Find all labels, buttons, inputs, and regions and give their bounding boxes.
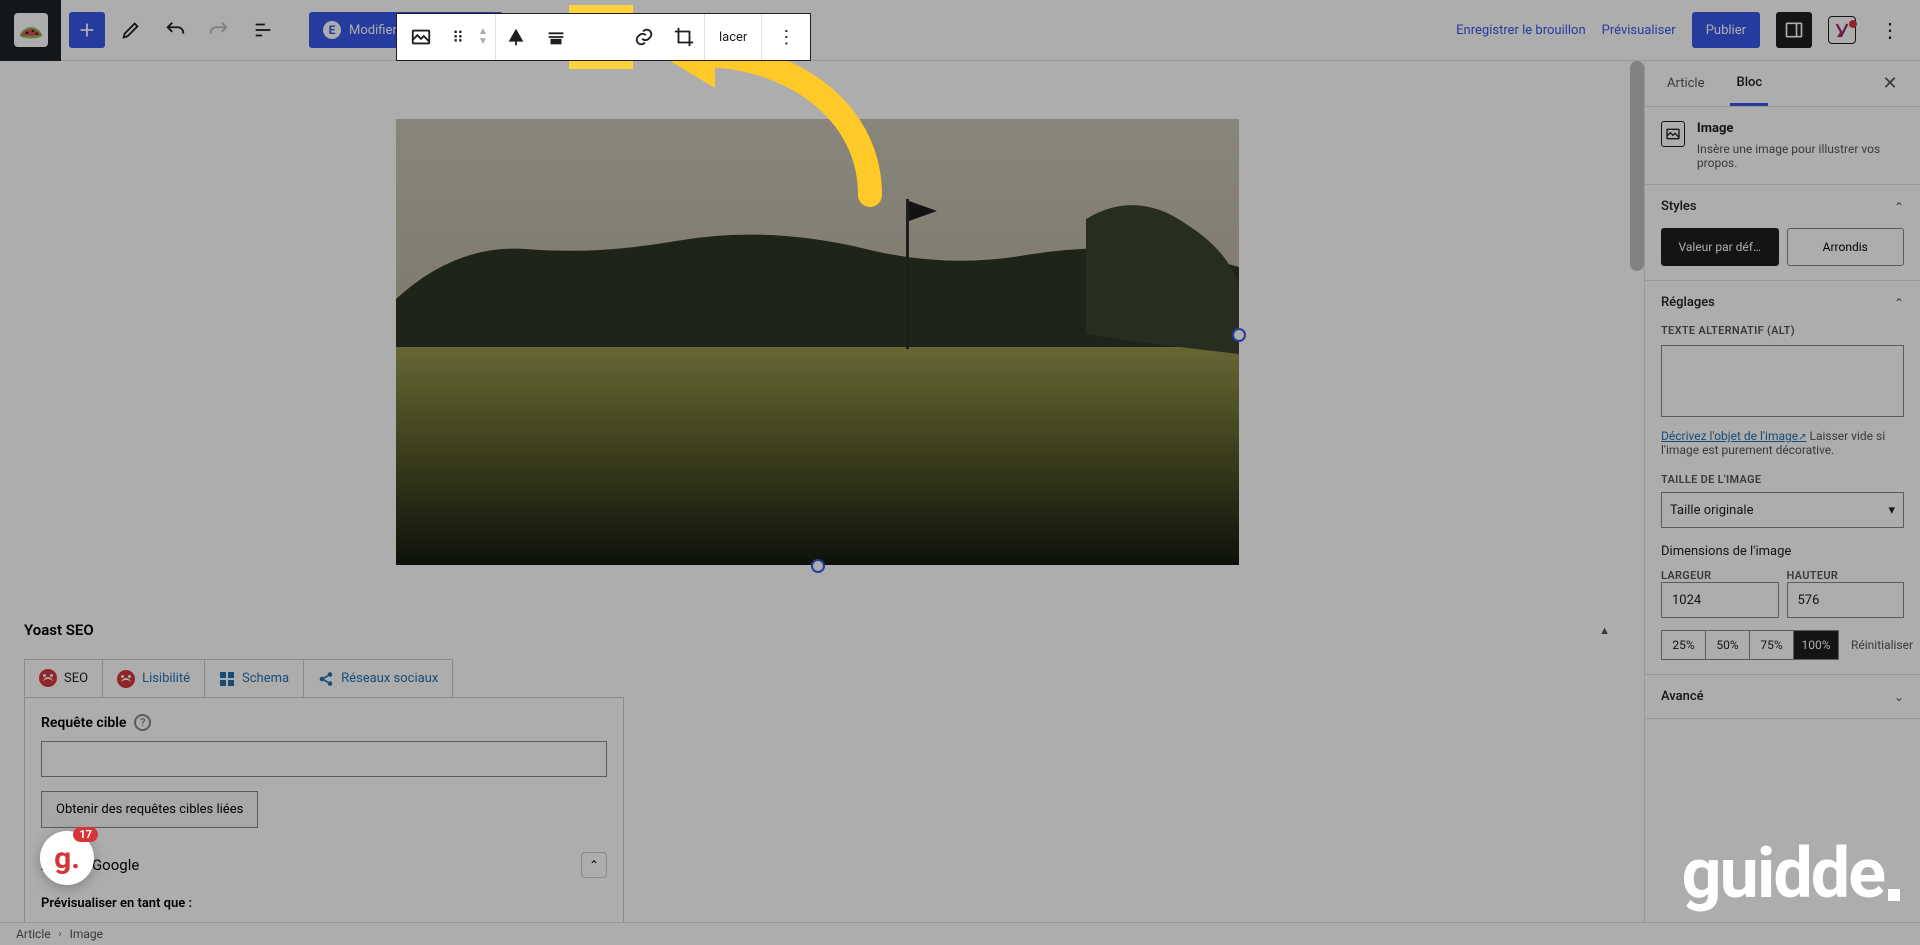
wp-site-logo[interactable] (0, 0, 61, 61)
preview-link[interactable]: Prévisualiser (1602, 23, 1676, 38)
edit-tool[interactable] (113, 12, 149, 48)
tab-article[interactable]: Article (1661, 61, 1710, 106)
move-updown[interactable]: ▲▼ (471, 14, 495, 60)
image-size-select[interactable]: Taille originale▾ (1661, 492, 1904, 528)
yoast-tab-schema[interactable]: Schema (204, 659, 304, 697)
chevron-down-icon: ⌄ (1894, 690, 1904, 704)
collapse-icon[interactable]: ▲ (1599, 624, 1610, 637)
replace-button[interactable]: lacer (705, 14, 761, 60)
settings-sidebar-toggle[interactable] (1776, 12, 1812, 48)
settings-heading: Réglages (1661, 295, 1715, 310)
settings-section: Réglages ⌃ TEXTE ALTERNATIF (ALT) Décrive… (1645, 281, 1920, 675)
styles-section: Styles ⌃ Valeur par déf… Arrondis (1645, 185, 1920, 281)
tab-block[interactable]: Bloc (1730, 61, 1768, 106)
close-sidebar[interactable]: ✕ (1876, 70, 1904, 98)
block-type-image[interactable] (397, 14, 445, 60)
reset-dimensions[interactable]: Réinitialiser (1851, 638, 1913, 652)
align-button[interactable] (536, 14, 576, 60)
yoast-tab-social[interactable]: Réseaux sociaux (303, 659, 453, 697)
width-input[interactable]: 1024 (1661, 582, 1779, 618)
block-options[interactable]: ⋮ (762, 14, 810, 60)
undo-button[interactable] (157, 12, 193, 48)
related-keyphrases-button[interactable]: Obtenir des requêtes cibles liées (41, 791, 258, 828)
dimensions-label: Dimensions de l'image (1661, 544, 1904, 559)
yoast-tabs: SEO Lisibilité Schema Réseaux sociaux (24, 659, 1620, 697)
document-overview[interactable] (245, 12, 281, 48)
yoast-metabox: Yoast SEO ▲ SEO Lisibilité Schema Réseaux… (0, 601, 1644, 922)
advanced-section[interactable]: Avancé ⌄ (1645, 675, 1920, 719)
chevron-up-icon[interactable]: ⌃ (1894, 200, 1904, 214)
elementor-icon: E (323, 21, 341, 39)
canvas-scrollbar[interactable] (1630, 61, 1644, 922)
yoast-sidebar-toggle[interactable] (1828, 16, 1856, 44)
alt-help-link[interactable]: Décrivez l'objet de l'image↗ (1661, 429, 1807, 443)
breadcrumb-image[interactable]: Image (70, 927, 103, 941)
alt-label: TEXTE ALTERNATIF (ALT) (1661, 324, 1904, 337)
redo-button[interactable] (201, 12, 237, 48)
scale-25[interactable]: 25% (1662, 631, 1706, 659)
sad-face-icon (117, 670, 135, 688)
insert-link[interactable] (624, 14, 664, 60)
image-block-icon (1661, 121, 1685, 147)
height-label: HAUTEUR (1787, 569, 1905, 582)
yoast-tab-seo[interactable]: SEO (24, 659, 103, 697)
sidebar-tabs: Article Bloc ✕ (1645, 61, 1920, 107)
height-input[interactable]: 576 (1787, 582, 1905, 618)
breadcrumb-article[interactable]: Article (16, 927, 51, 941)
scale-75[interactable]: 75% (1750, 631, 1794, 659)
yoast-panel-seo: Requête cible? Obtenir des requêtes cibl… (24, 697, 624, 922)
chevron-up-icon[interactable]: ⌃ (581, 852, 607, 878)
scale-50[interactable]: 50% (1706, 631, 1750, 659)
save-draft-link[interactable]: Enregistrer le brouillon (1456, 23, 1586, 38)
width-label: LARGEUR (1661, 569, 1779, 582)
focus-keyphrase-label: Requête cible (41, 715, 126, 731)
sad-face-icon (39, 669, 57, 687)
help-icon[interactable]: ? (134, 714, 151, 731)
advanced-heading: Avancé (1661, 689, 1704, 704)
change-alignment[interactable] (496, 14, 536, 60)
crop-button[interactable] (664, 14, 704, 60)
preview-as-label: Prévisualiser en tant que : (41, 896, 607, 911)
resize-handle-bottom[interactable] (811, 559, 825, 573)
inserter-toggle[interactable] (69, 12, 105, 48)
editor-topbar: EModifier avec Elementor Enregistrer le … (0, 0, 1920, 61)
publish-button[interactable]: Publier (1692, 12, 1760, 48)
chevron-down-icon: ▾ (1888, 503, 1895, 518)
chevron-up-icon[interactable]: ⌃ (1894, 296, 1904, 310)
topbar-right: Enregistrer le brouillon Prévisualiser P… (1456, 12, 1920, 48)
yoast-title: Yoast SEO (24, 621, 94, 639)
alt-help: Décrivez l'objet de l'image↗ Laisser vid… (1661, 429, 1904, 457)
badge-count: 17 (73, 827, 98, 842)
block-identity: Image Insère une image pour illustrer vos… (1645, 107, 1920, 185)
style-rounded[interactable]: Arrondis (1787, 228, 1905, 266)
yoast-tab-readability[interactable]: Lisibilité (102, 659, 205, 697)
resize-handle-right[interactable] (1232, 328, 1246, 342)
block-name: Image (1697, 121, 1733, 136)
guidde-watermark: guidde (1682, 833, 1900, 915)
options-menu[interactable]: ⋮ (1872, 12, 1908, 48)
scale-100[interactable]: 100% (1794, 631, 1838, 659)
drag-handle[interactable]: ⠿ (445, 14, 471, 60)
settings-sidebar: Article Bloc ✕ Image Insère une image pou… (1644, 61, 1920, 922)
size-label: TAILLE DE L'IMAGE (1661, 473, 1904, 486)
scale-presets: 25% 50% 75% 100% (1661, 630, 1839, 660)
block-breadcrumb: Article › Image (0, 922, 1920, 945)
focus-keyphrase-input[interactable] (41, 741, 607, 777)
style-default[interactable]: Valeur par déf… (1661, 228, 1779, 266)
grid-icon (219, 671, 235, 687)
styles-heading: Styles (1661, 199, 1697, 214)
share-icon (318, 671, 334, 687)
guidde-recorder-badge[interactable]: g.17 (40, 831, 94, 885)
block-description: Insère une image pour illustrer vos prop… (1697, 142, 1904, 170)
block-toolbar: ⠿ ▲▼ lacer ⋮ (396, 13, 811, 61)
alt-text-input[interactable] (1661, 345, 1904, 417)
